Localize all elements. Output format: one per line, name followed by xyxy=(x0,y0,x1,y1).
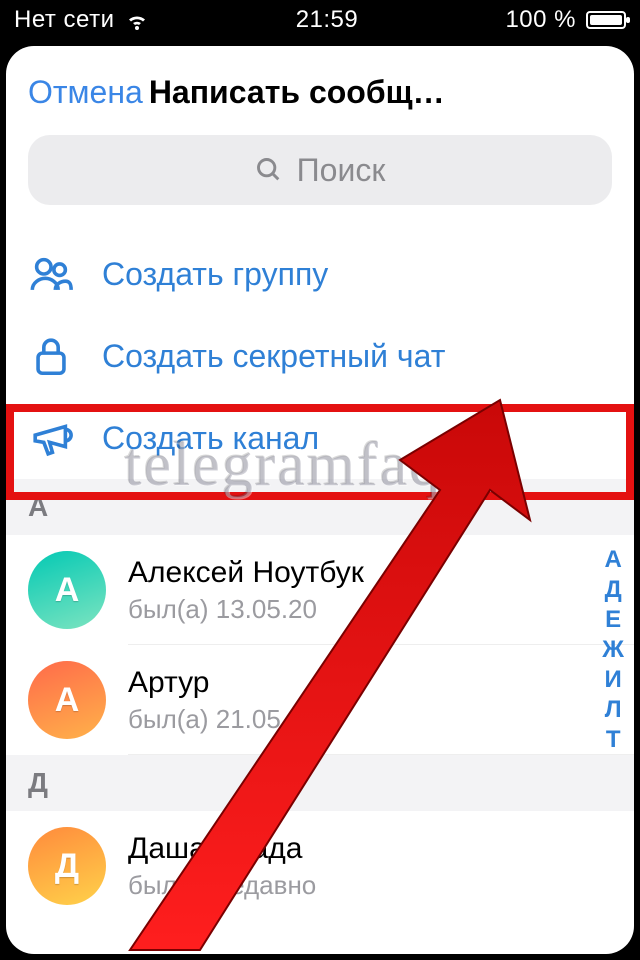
network-status: Нет сети xyxy=(14,6,115,34)
status-bar: Нет сети 21:59 100 % xyxy=(0,0,640,40)
contact-name: Артур xyxy=(128,666,317,700)
contact-name: Даша Влада xyxy=(128,832,316,866)
lock-icon xyxy=(28,333,74,379)
option-create-channel[interactable]: Создать канал xyxy=(6,397,634,479)
option-label: Создать группу xyxy=(102,256,328,293)
index-letter[interactable]: Д xyxy=(602,576,624,604)
search-icon xyxy=(255,156,283,184)
option-create-secret-chat[interactable]: Создать секретный чат xyxy=(6,315,634,397)
avatar: А xyxy=(28,551,106,629)
section-header-d: Д xyxy=(6,755,634,811)
section-header-a: А xyxy=(6,479,634,535)
index-letter[interactable]: И xyxy=(602,666,624,694)
option-label: Создать канал xyxy=(102,420,319,457)
contact-status: был(а) недавно xyxy=(128,870,316,901)
wifi-icon xyxy=(125,8,149,32)
alphabet-index[interactable]: А Д Е Ж И Л Т xyxy=(602,546,624,754)
group-icon xyxy=(28,251,74,297)
index-letter[interactable]: А xyxy=(602,546,624,574)
avatar: А xyxy=(28,661,106,739)
cancel-button[interactable]: Отмена xyxy=(28,74,143,111)
index-letter[interactable]: Л xyxy=(602,696,624,724)
page-title: Написать сообщ… xyxy=(149,74,612,111)
battery-percent: 100 % xyxy=(505,6,576,34)
search-placeholder: Поиск xyxy=(297,152,386,189)
compose-sheet: Отмена Написать сообщ… Поиск Создать гру… xyxy=(6,46,634,954)
index-letter[interactable]: Т xyxy=(602,726,624,754)
option-create-group[interactable]: Создать группу xyxy=(6,233,634,315)
battery-icon xyxy=(586,11,626,29)
contact-row[interactable]: А Алексей Ноутбук был(а) 13.05.20 xyxy=(6,535,634,645)
contact-status: был(а) 13.05.20 xyxy=(128,594,364,625)
clock-time: 21:59 xyxy=(296,6,359,34)
contact-row[interactable]: А Артур был(а) 21.05.20 xyxy=(6,645,634,755)
index-letter[interactable]: Ж xyxy=(602,636,624,664)
contact-status: был(а) 21.05.20 xyxy=(128,704,317,735)
index-letter[interactable]: Е xyxy=(602,606,624,634)
contact-name: Алексей Ноутбук xyxy=(128,556,364,590)
search-input[interactable]: Поиск xyxy=(28,135,612,205)
option-label: Создать секретный чат xyxy=(102,338,445,375)
avatar: Д xyxy=(28,827,106,905)
contact-row[interactable]: Д Даша Влада был(а) недавно xyxy=(6,811,634,921)
megaphone-icon xyxy=(28,415,74,461)
